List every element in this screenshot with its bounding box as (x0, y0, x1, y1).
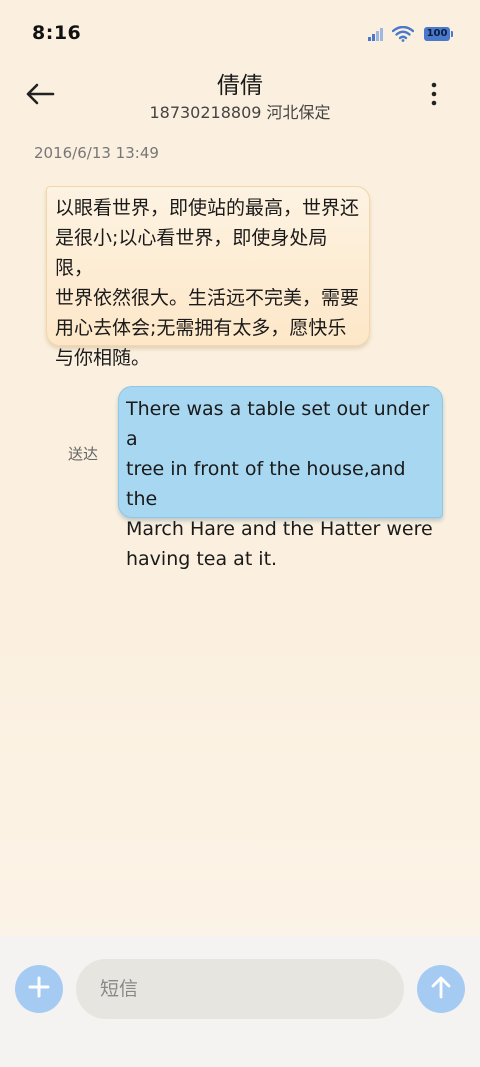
message-line: having tea at it. (126, 548, 278, 570)
more-options-button[interactable] (422, 78, 446, 114)
incoming-message-bubble[interactable]: 以眼看世界，即使站的最高，世界还 是很小;以心看世界，即使身处局限， 世界依然很… (46, 186, 370, 369)
send-button[interactable] (417, 965, 465, 1013)
message-line: 以眼看世界，即使站的最高，世界还 (55, 197, 360, 219)
arrow-up-icon (430, 975, 452, 1003)
battery-level: 100 (426, 28, 448, 39)
contact-name: 倩倩 (217, 73, 263, 99)
add-attachment-button[interactable] (15, 965, 63, 1013)
message-line: 用心去体会;无需拥有太多，愿快乐 (55, 317, 347, 339)
plus-icon (28, 976, 50, 1002)
conversation-header: 倩倩 18730218809 河北保定 (0, 66, 480, 130)
outgoing-message-bubble[interactable]: There was a table set out under a tree i… (118, 386, 443, 570)
more-vertical-icon (431, 82, 437, 110)
message-line: There was a table set out under a (126, 398, 430, 450)
status-bar: 8:16 100 (0, 0, 480, 66)
contact-number-location: 18730218809 河北保定 (149, 103, 331, 122)
message-line: 与你相随。 (55, 347, 151, 369)
message-line: 是很小;以心看世界，即使身处局限， (55, 227, 328, 279)
message-line: tree in front of the house,and the (126, 458, 406, 510)
message-timestamp: 2016/6/13 13:49 (34, 144, 159, 162)
status-icons: 100 (368, 22, 453, 46)
signal-icon (368, 27, 384, 41)
delivery-status: 送达 (68, 445, 99, 463)
message-line: March Hare and the Hatter were (126, 518, 433, 540)
wifi-icon (392, 26, 414, 42)
message-line: 世界依然很大。生活远不完美，需要 (55, 287, 360, 309)
compose-bar (0, 936, 480, 1067)
battery-icon: 100 (424, 27, 453, 41)
status-time: 8:16 (32, 22, 82, 44)
message-input[interactable] (76, 959, 404, 1019)
